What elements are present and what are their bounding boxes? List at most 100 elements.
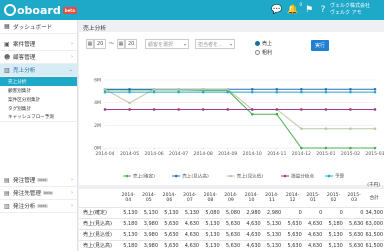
help-icon[interactable]: ?: [316, 3, 330, 17]
sidebar-subitem-by-customer[interactable]: 顧客別集計: [0, 86, 77, 95]
table-cell: 4,630: [302, 228, 324, 240]
table-cell: 3,980: [138, 228, 160, 240]
data-point: [349, 90, 352, 94]
data-point: [300, 127, 303, 131]
table-cell: 5,130: [323, 228, 344, 240]
table-column-header: 2014-07: [183, 192, 197, 203]
sidebar-item-sales-analysis[interactable]: ▥ 売上分析 ⌄: [0, 64, 77, 77]
table-cell: 5,080: [220, 206, 242, 218]
data-point: [373, 90, 377, 94]
table-column-header: 2014-05: [142, 192, 156, 203]
x-tick-label: 2015-02: [341, 151, 360, 157]
table-column-header: 2014-09: [224, 192, 238, 203]
chat-icon[interactable]: 💬: [270, 3, 284, 17]
table-cell: 5,180: [323, 217, 344, 229]
sidebar-subitem-by-category[interactable]: 案件区分別集計: [0, 95, 77, 104]
data-point: [152, 108, 156, 111]
table-cell: 5,630: [220, 217, 242, 229]
sidebar-item-label: ダッシュボード: [13, 24, 53, 31]
table-cell: 5,630: [282, 239, 303, 251]
date-from-input[interactable]: 20: [94, 39, 106, 49]
chevron-right-icon: ›: [71, 190, 73, 196]
sales-chart: 6M 4M 2M 0M 2014-04 2014-05 2014-06 2014-07 2014…: [79, 75, 384, 185]
table-column-header: 合計: [369, 195, 379, 201]
sidebar-subitem-sales-analysis[interactable]: 売上分析: [0, 77, 77, 86]
table-cell: 5,630: [220, 228, 242, 240]
flag-icon[interactable]: ⚑: [302, 3, 316, 17]
table-row: 売上(見込高) 5,180 3,980 5,630 4,630 5,130 5,630 4,6…: [79, 239, 384, 251]
data-point: [201, 108, 205, 111]
legend-entry: 売上(確定): [133, 173, 155, 180]
beta-badge: beta: [37, 204, 48, 208]
sidebar-subitem-cashflow[interactable]: キャッシュフロー予測: [0, 113, 77, 122]
data-point: [226, 90, 230, 94]
radio-sales[interactable]: 売上: [255, 40, 272, 47]
run-button[interactable]: 実行: [311, 40, 329, 51]
data-point: [349, 127, 352, 131]
sidebar-item-customers[interactable]: ☻ 顧客管理 ›: [0, 51, 77, 64]
y-tick-label: 4M: [94, 100, 101, 106]
data-point: [128, 90, 131, 94]
sidebar-subitem-by-tag[interactable]: タグ別集計: [0, 104, 77, 113]
data-point: [373, 87, 377, 91]
radio-unselected-icon: [255, 50, 260, 55]
chevron-right-icon: ›: [71, 203, 73, 209]
data-point: [177, 108, 180, 111]
table-cell: 5,130: [118, 228, 139, 240]
data-point: [373, 108, 377, 111]
table-column-header: 2014-10: [244, 192, 259, 203]
data-point: [275, 87, 279, 91]
table-cell: 5,630: [343, 239, 365, 251]
data-point: [226, 87, 230, 91]
radio-profit[interactable]: 粗利: [255, 49, 272, 56]
sidebar-item-projects[interactable]: ▣ 案件管理 ›: [0, 38, 77, 51]
table-cell: 3,980: [138, 217, 160, 229]
table-column-header: 2014-06: [162, 192, 176, 203]
data-point: [324, 108, 328, 111]
x-tick-label: 2015-03: [365, 151, 384, 157]
data-point: [275, 112, 279, 116]
row-label: 売上(確定): [79, 206, 118, 218]
chevron-right-icon: ›: [71, 54, 73, 60]
data-point: [250, 112, 254, 116]
owner-select[interactable]: 担当者を... ▾: [195, 39, 235, 49]
sidebar-item-label: 発注分析: [13, 204, 36, 210]
x-tick-label: 2014-04: [95, 151, 114, 157]
x-tick-label: 2014-06: [144, 151, 163, 157]
table-cell: 5,130: [261, 239, 283, 251]
calendar-to-icon[interactable]: ▦: [117, 39, 125, 49]
table-cell: 4,630: [302, 239, 324, 251]
chart-icon: ▥: [4, 66, 10, 74]
beta-badge: beta: [37, 178, 48, 182]
sidebar-item-dashboard[interactable]: ▦ ダッシュボード: [0, 20, 77, 34]
table-cell: 5,180: [118, 239, 139, 251]
table-cell: 5,130: [261, 217, 283, 229]
date-to-input[interactable]: 20: [125, 39, 137, 49]
sidebar-item-suppliers[interactable]: ▤ 発注先管理 beta ›: [0, 187, 77, 200]
table-column-header: 2015-02: [326, 192, 341, 203]
legend-marker: [125, 174, 129, 178]
sidebar-item-orders[interactable]: ▤ 発注管理 beta ›: [0, 174, 77, 187]
data-point: [275, 90, 279, 94]
data-point: [103, 90, 107, 94]
notification-icon[interactable]: 🔔 0: [286, 2, 302, 17]
calendar-from-icon[interactable]: ▦: [86, 39, 94, 49]
table-unit: (千円): [367, 183, 380, 188]
table-cell: 0: [343, 206, 365, 218]
table-cell: 5,130: [200, 239, 221, 251]
sidebar-item-label: 案件管理: [13, 42, 36, 48]
data-point: [177, 90, 180, 94]
table-cell: 5,130: [138, 206, 160, 218]
user-menu[interactable]: ヴェルク株式会社 ヴェルク アモ: [330, 3, 382, 17]
data-point: [349, 87, 352, 91]
table-cell: 4,630: [302, 217, 324, 229]
customer-select[interactable]: 顧客を選択 ▾: [145, 39, 189, 49]
sidebar-item-order-analysis[interactable]: ▥ 発注分析 beta ›: [0, 200, 77, 213]
app-logo[interactable]: oboard beta: [4, 3, 77, 17]
table-cell: 5,630: [220, 239, 242, 251]
y-tick-label: 6M: [94, 78, 101, 84]
date-range-separator: 〜: [109, 41, 115, 47]
table-cell: 5,630: [282, 217, 303, 229]
beta-badge: beta: [42, 191, 54, 195]
x-tick-label: 2014-09: [218, 151, 237, 157]
